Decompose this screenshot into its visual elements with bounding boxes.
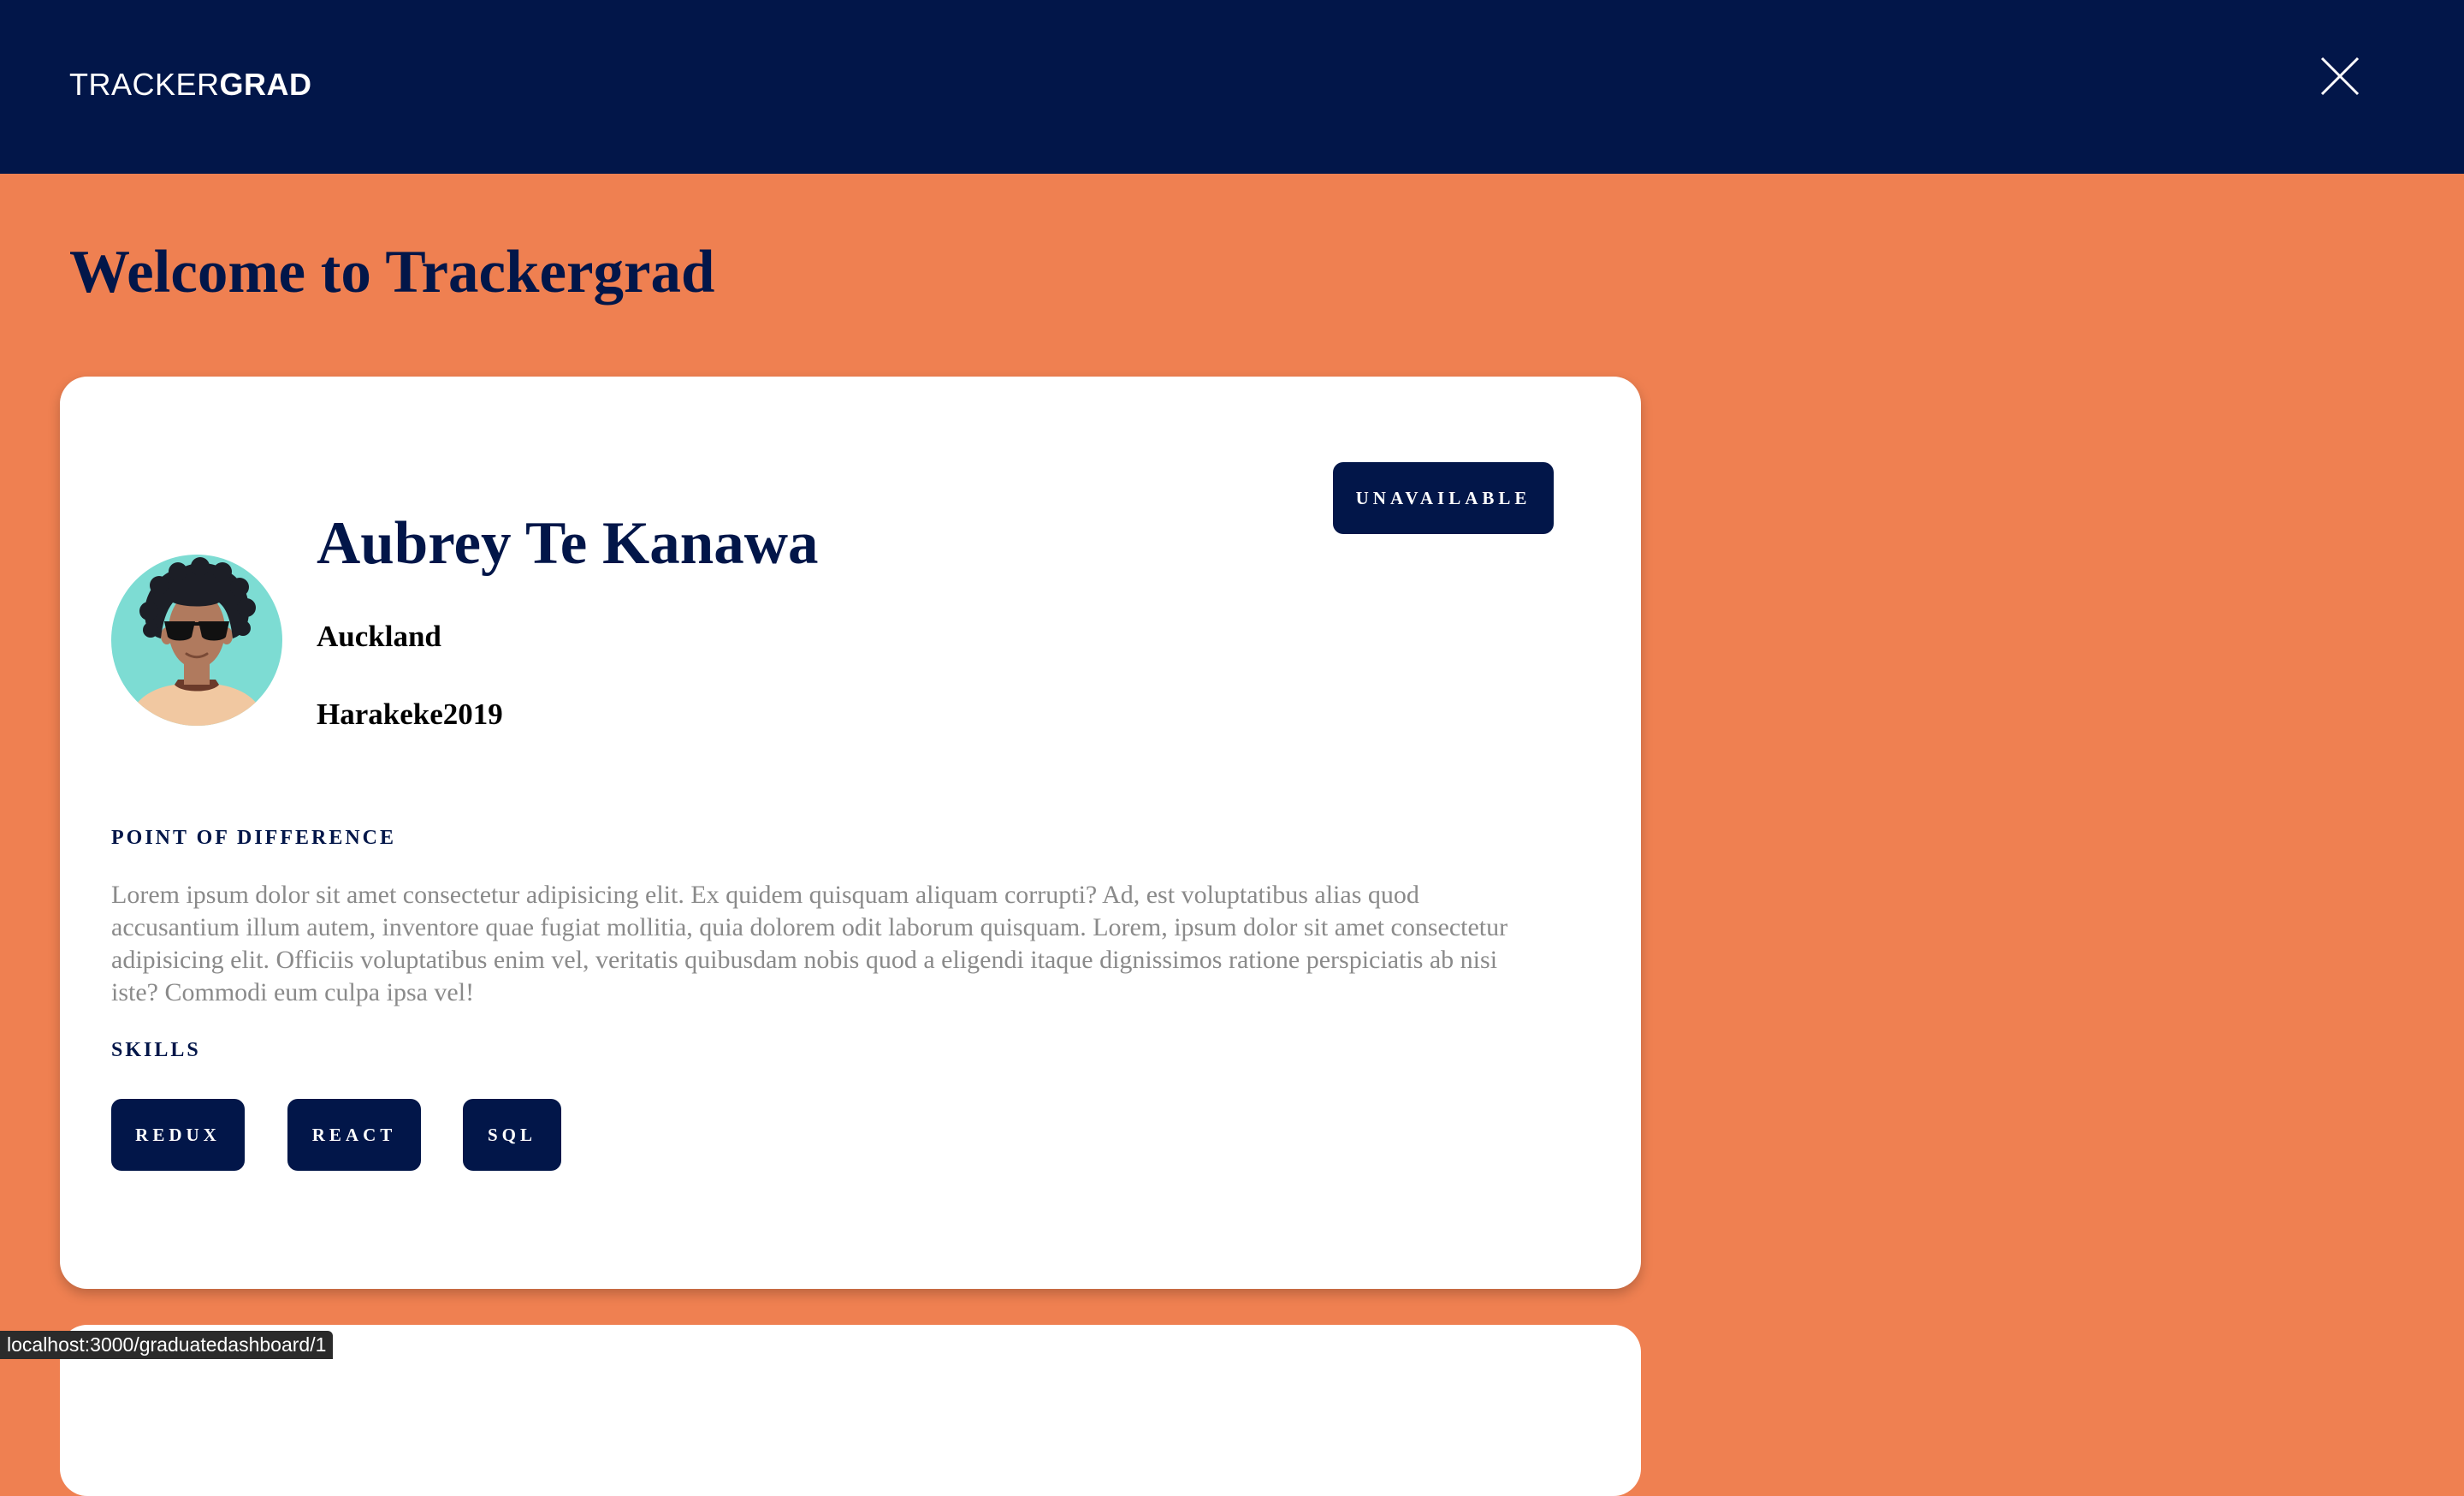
logo-text-bold: GRAD (219, 67, 312, 102)
top-nav-bar: TRACKERGRAD (0, 0, 2464, 174)
logo[interactable]: TRACKERGRAD (69, 68, 312, 102)
avatar-icon (111, 555, 282, 726)
skill-tag-redux[interactable]: REDUX (111, 1099, 245, 1171)
avatar (111, 555, 282, 726)
graduate-location: Auckland (317, 620, 441, 653)
skill-tag-sql[interactable]: SQL (463, 1099, 561, 1171)
logo-text-light: TRACKER (69, 67, 220, 102)
skills-heading: SKILLS (111, 1039, 201, 1061)
point-of-difference-heading: POINT OF DIFFERENCE (111, 827, 397, 849)
browser-status-url: localhost:3000/graduatedashboard/1 (0, 1331, 334, 1359)
close-icon (2320, 56, 2360, 96)
availability-status-button[interactable]: UNAVAILABLE (1333, 462, 1554, 534)
skill-tag-react[interactable]: REACT (287, 1099, 421, 1171)
graduate-cohort: Harakeke2019 (317, 698, 503, 731)
point-of-difference-text: Lorem ipsum dolor sit amet consectetur a… (111, 881, 1508, 1006)
page-title: Welcome to Trackergrad (69, 239, 715, 306)
close-button[interactable] (2319, 55, 2361, 98)
graduate-name: Aubrey Te Kanawa (317, 510, 819, 577)
